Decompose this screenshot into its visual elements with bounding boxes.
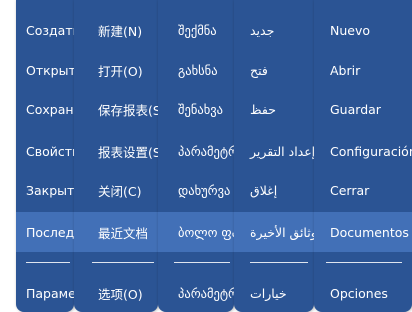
menu-item-close[interactable]: إغلاق	[234, 170, 314, 210]
menu-item-label: حفظ	[250, 101, 276, 117]
menu-item-label: Свойства	[26, 143, 74, 159]
localized-menu-stage: Создать Открыть Сохранить Свойства Закры…	[0, 0, 412, 312]
menu-item-options[interactable]: Параметры	[16, 273, 74, 312]
menu-item-label: 最近文档	[98, 225, 149, 241]
menu-item-label: Последние	[26, 224, 74, 240]
menu-item-open[interactable]: فتح	[234, 50, 314, 90]
menu-item-new[interactable]: 新建(N)	[74, 10, 158, 50]
menu-item-recent[interactable]: وثائق الأخيرة	[234, 212, 314, 252]
menu-item-label: جديد	[250, 22, 275, 38]
menu-item-close[interactable]: Закрыть	[16, 170, 74, 210]
menu-item-save[interactable]: Сохранить	[16, 89, 74, 129]
menu-separator	[26, 262, 70, 263]
menu-item-label: Создать	[26, 22, 74, 38]
menu-item-settings[interactable]: Configuración	[314, 131, 412, 171]
menu-panel-chinese: 新建(N) 打开(O) 保存报表(S) 报表设置(S) 关闭(C) 最近文档 选…	[74, 0, 158, 312]
menu-item-label: 选项(O)	[98, 286, 143, 302]
menu-item-label: Abrir	[330, 62, 361, 78]
menu-item-label: შექმნა	[178, 22, 217, 38]
menu-item-recent[interactable]: Documentos	[314, 212, 412, 252]
menu-item-settings[interactable]: პარამეტრები	[158, 131, 234, 171]
menu-item-options[interactable]: 选项(O)	[74, 273, 158, 312]
menu-item-settings[interactable]: 报表设置(S)	[74, 131, 158, 171]
menu-item-settings[interactable]: Свойства	[16, 131, 74, 171]
menu-item-options[interactable]: Opciones	[314, 273, 412, 312]
menu-separator	[326, 262, 402, 263]
menu-item-label: 报表设置(S)	[98, 144, 158, 160]
menu-panel-georgian: შექმნა გახსნა შენახვა პარამეტრები დახურვ…	[158, 0, 234, 312]
menu-item-label: وثائق الأخيرة	[250, 224, 314, 240]
menu-item-recent[interactable]: ბოლო ფაილები	[158, 212, 234, 252]
menu-item-label: პარამეტრები	[178, 285, 234, 301]
menu-panel-arabic: جديد فتح حفظ إعداد التقرير إغلاق وثائق ا…	[234, 0, 314, 312]
menu-separator	[250, 262, 308, 263]
menu-separator	[92, 262, 154, 263]
menu-item-new[interactable]: جديد	[234, 10, 314, 50]
menu-item-label: Открыть	[26, 62, 74, 78]
menu-item-label: შენახვა	[178, 101, 223, 117]
menu-item-options[interactable]: خيارات	[234, 273, 314, 312]
menu-item-label: فتح	[250, 62, 268, 78]
menu-item-open[interactable]: Abrir	[314, 50, 412, 90]
menu-item-close[interactable]: 关闭(C)	[74, 170, 158, 210]
menu-item-save[interactable]: შენახვა	[158, 89, 234, 129]
menu-item-label: Nuevo	[330, 22, 371, 38]
menu-panel-russian: Создать Открыть Сохранить Свойства Закры…	[16, 0, 74, 312]
menu-item-label: დახურვა	[178, 182, 231, 198]
menu-item-label: 新建(N)	[98, 23, 143, 39]
menu-item-label: إغلاق	[250, 182, 278, 198]
menu-item-label: 打开(O)	[98, 63, 143, 79]
menu-panel-spanish: Nuevo Abrir Guardar Configuración Cerrar…	[314, 0, 412, 312]
menu-item-recent[interactable]: Последние	[16, 212, 74, 252]
menu-item-close[interactable]: დახურვა	[158, 170, 234, 210]
menu-item-label: Guardar	[330, 101, 381, 117]
menu-item-label: Закрыть	[26, 182, 74, 198]
menu-item-label: إعداد التقرير	[250, 143, 314, 159]
menu-item-close[interactable]: Cerrar	[314, 170, 412, 210]
menu-item-label: 保存报表(S)	[98, 102, 158, 118]
menu-item-label: ბოლო ფაილები	[178, 224, 234, 240]
menu-item-new[interactable]: Создать	[16, 10, 74, 50]
menu-item-label: Opciones	[330, 285, 388, 301]
menu-item-label: Configuración	[330, 143, 412, 159]
menu-item-save[interactable]: 保存报表(S)	[74, 89, 158, 129]
menu-item-open[interactable]: გახსნა	[158, 50, 234, 90]
menu-item-label: Documentos	[330, 224, 409, 240]
menu-separator	[174, 262, 230, 263]
menu-item-new[interactable]: Nuevo	[314, 10, 412, 50]
menu-item-settings[interactable]: إعداد التقرير	[234, 131, 314, 171]
menu-item-recent[interactable]: 最近文档	[74, 212, 158, 252]
menu-item-save[interactable]: Guardar	[314, 89, 412, 129]
menu-item-label: Параметры	[26, 285, 74, 301]
menu-item-label: 关闭(C)	[98, 183, 142, 199]
menu-item-open[interactable]: 打开(O)	[74, 50, 158, 90]
menu-item-label: Cerrar	[330, 182, 370, 198]
menu-item-save[interactable]: حفظ	[234, 89, 314, 129]
menu-item-label: Сохранить	[26, 101, 74, 117]
menu-item-label: პარამეტრები	[178, 143, 234, 159]
menu-item-new[interactable]: შექმნა	[158, 10, 234, 50]
menu-item-options[interactable]: პარამეტრები	[158, 273, 234, 312]
menu-item-label: გახსნა	[178, 62, 218, 78]
menu-item-label: خيارات	[250, 285, 287, 301]
menu-item-open[interactable]: Открыть	[16, 50, 74, 90]
